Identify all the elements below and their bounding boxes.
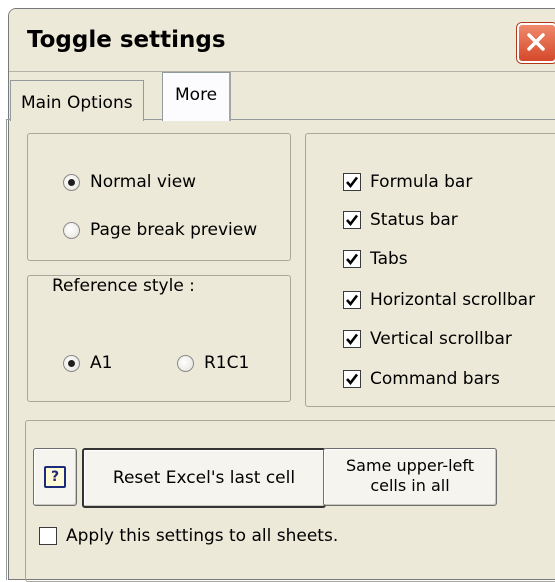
view-group (27, 133, 291, 261)
check-icon (346, 253, 359, 266)
checkbox-box[interactable] (39, 527, 57, 545)
checkbox-label: Horizontal scrollbar (370, 290, 536, 310)
button-label-line1: Same upper-left (345, 456, 474, 475)
checkbox-label: Vertical scrollbar (370, 329, 512, 349)
radio-label: R1C1 (204, 353, 250, 373)
button-label-line2: cells in all (370, 476, 450, 495)
checkbox-formula-bar[interactable]: Formula bar (343, 172, 472, 192)
radio-label: Page break preview (90, 220, 258, 240)
checkbox-horizontal-scrollbar[interactable]: Horizontal scrollbar (343, 290, 535, 310)
radio-page-break-preview[interactable]: Page break preview (63, 220, 257, 240)
radio-button[interactable] (63, 221, 80, 239)
checkbox-tabs[interactable]: Tabs (343, 249, 408, 269)
radio-normal-view[interactable]: Normal view (63, 172, 196, 192)
radio-a1[interactable]: A1 (63, 353, 112, 373)
checkbox-box[interactable] (343, 291, 361, 309)
title-bar[interactable]: Toggle settings (9, 9, 555, 72)
checkbox-box[interactable] (343, 173, 361, 191)
question-icon: ? (44, 466, 66, 488)
radio-button-selected[interactable] (63, 173, 80, 191)
help-button[interactable]: ? (33, 448, 77, 506)
window-title: Toggle settings (27, 27, 226, 53)
check-icon (346, 294, 359, 307)
radio-button-selected[interactable] (63, 354, 80, 372)
same-upper-left-button[interactable]: Same upper-left cells in all (323, 448, 497, 506)
checkbox-box[interactable] (343, 250, 361, 268)
radio-label: A1 (90, 353, 113, 373)
radio-button[interactable] (177, 354, 194, 372)
checkbox-label: Status bar (370, 210, 458, 230)
checkbox-box[interactable] (343, 370, 361, 388)
reset-last-cell-button[interactable]: Reset Excel's last cell (82, 448, 326, 508)
checkbox-label: Command bars (370, 369, 500, 389)
checkbox-label: Tabs (370, 249, 408, 269)
checkbox-label: Formula bar (370, 172, 473, 192)
check-icon (346, 333, 359, 346)
reference-style-legend: Reference style : (46, 276, 201, 296)
check-icon (346, 373, 359, 386)
radio-r1c1[interactable]: R1C1 (177, 353, 249, 373)
checkbox-status-bar[interactable]: Status bar (343, 210, 458, 230)
close-button[interactable] (517, 23, 555, 63)
tab-main-options[interactable]: Main Options (10, 80, 144, 121)
check-icon (346, 176, 359, 189)
radio-label: Normal view (90, 172, 197, 192)
checkbox-apply-all-sheets[interactable]: Apply this settings to all sheets. (39, 526, 338, 546)
checkbox-command-bars[interactable]: Command bars (343, 369, 500, 389)
close-icon (527, 33, 545, 51)
checkbox-label: Apply this settings to all sheets. (66, 526, 339, 546)
checkbox-box[interactable] (343, 211, 361, 229)
tab-more[interactable]: More (162, 72, 232, 121)
checkbox-box[interactable] (343, 330, 361, 348)
checkbox-vertical-scrollbar[interactable]: Vertical scrollbar (343, 329, 512, 349)
check-icon (346, 214, 359, 227)
